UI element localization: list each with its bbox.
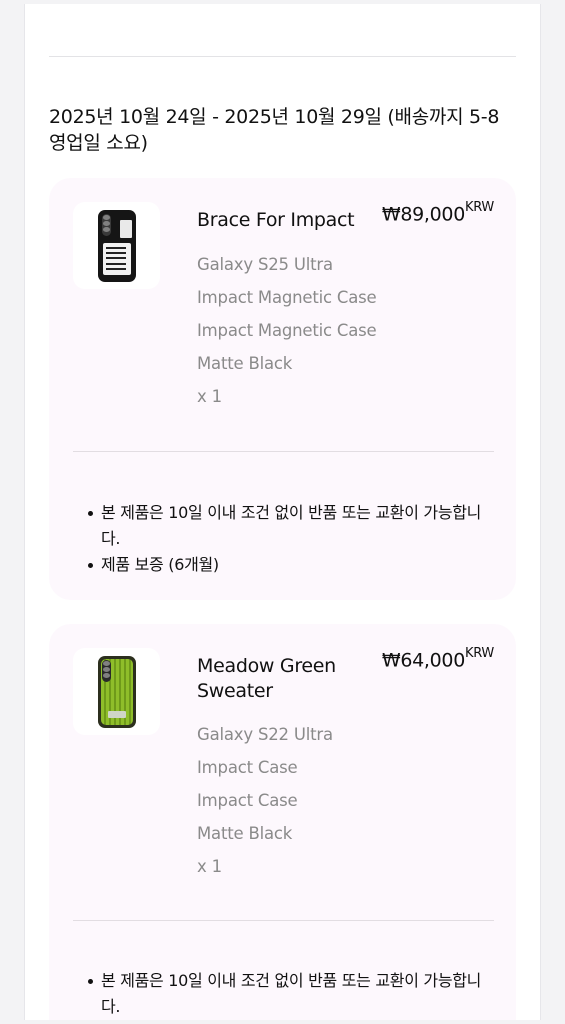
spec-device: Galaxy S25 Ultra <box>197 255 333 274</box>
product-notes: 본 제품은 10일 이내 조건 없이 반품 또는 교환이 가능합니다. <box>87 968 497 1020</box>
card-divider <box>73 451 494 452</box>
product-specs: Galaxy S25 Ultra Impact Magnetic Case Im… <box>197 248 457 413</box>
note-item: 본 제품은 10일 이내 조건 없이 반품 또는 교환이 가능합니다. <box>87 500 497 552</box>
product-notes: 본 제품은 10일 이내 조건 없이 반품 또는 교환이 가능합니다. 제품 보… <box>87 500 497 578</box>
note-item: 본 제품은 10일 이내 조건 없이 반품 또는 교환이 가능합니다. <box>87 968 497 1020</box>
order-summary-panel: 2025년 10월 24일 - 2025년 10월 29일 (배송까지 5-8 … <box>24 4 541 1020</box>
card-divider <box>73 920 494 921</box>
product-thumbnail[interactable] <box>73 648 160 735</box>
phone-case-black-icon <box>97 209 136 282</box>
product-specs: Galaxy S22 Ultra Impact Case Impact Case… <box>197 718 457 883</box>
product-name[interactable]: Brace For Impact <box>197 208 367 233</box>
cart-item-card: Brace For Impact ₩89,000KRW Galaxy S25 U… <box>49 178 516 600</box>
spec-quantity: x 1 <box>197 857 222 876</box>
cart-item-card: Meadow Green Sweater ₩64,000KRW Galaxy S… <box>49 624 516 1020</box>
section-divider <box>49 56 516 57</box>
spec-case-type: Impact Case <box>197 758 298 777</box>
product-name[interactable]: Meadow Green Sweater <box>197 654 367 704</box>
spec-case-type-2: Impact Case <box>197 791 298 810</box>
spec-color: Matte Black <box>197 824 293 843</box>
spec-case-type: Impact Magnetic Case <box>197 288 377 307</box>
phone-case-green-icon <box>97 655 136 728</box>
note-item: 제품 보증 (6개월) <box>87 552 497 578</box>
spec-case-type-2: Impact Magnetic Case <box>197 321 377 340</box>
product-price: ₩89,000KRW <box>381 200 494 226</box>
delivery-estimate: 2025년 10월 24일 - 2025년 10월 29일 (배송까지 5-8 … <box>49 106 500 154</box>
spec-device: Galaxy S22 Ultra <box>197 725 333 744</box>
spec-quantity: x 1 <box>197 387 222 406</box>
product-price: ₩64,000KRW <box>381 646 494 672</box>
product-thumbnail[interactable] <box>73 202 160 289</box>
spec-color: Matte Black <box>197 354 293 373</box>
